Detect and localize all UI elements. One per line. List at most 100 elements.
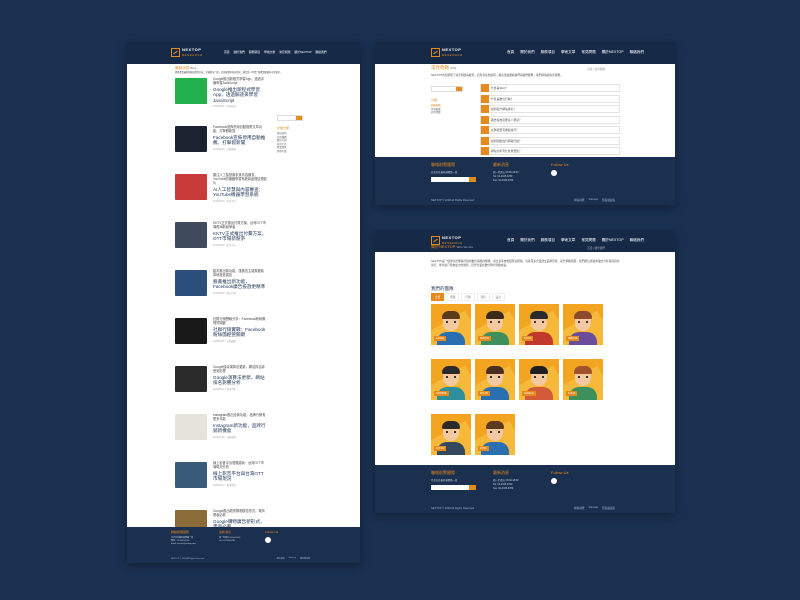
brand-logo[interactable]: NEXTOP RESEARCH [171,48,203,57]
plus-icon[interactable] [481,115,489,124]
plus-icon[interactable] [481,136,489,145]
nav-item[interactable]: 學術文章 [561,50,575,55]
nav-item[interactable]: 關於NEXTOP [602,50,624,55]
page-title: 最新消息 Blog [175,66,197,70]
nav-item[interactable]: 服務項目 [541,238,555,243]
team-tab[interactable]: 營運 [446,293,460,301]
nav-item[interactable]: 學術文章 [264,50,275,54]
article-thumbnail[interactable] [175,174,207,200]
search-icon[interactable] [296,116,302,120]
team-member-card[interactable]: SOFIA [563,359,603,408]
about-header: NEXTOP RESEARCH 首頁 關於我們 服務項目 學術文章 常見問題 關… [375,230,675,252]
article-item[interactable]: Instagram推出全新功能，品牌行銷有更多可能 Instagram新功能，品牌… [213,413,267,440]
faq-item[interactable]: 廣告投放需要多少預算？ [480,115,620,124]
category-item[interactable]: 搜尋引擎 [277,150,287,154]
nav-item[interactable]: 常見問題 [581,238,595,243]
team-member-card[interactable]: JOHNNIE [431,359,471,408]
team-tab[interactable]: 全部 [431,293,445,301]
nav-item[interactable]: 聯絡我們 [315,50,326,54]
brand-logo[interactable]: NEXTOP RESEARCH [431,48,463,57]
nav-item[interactable]: 聯絡我們 [630,50,644,55]
facebook-icon[interactable] [551,478,557,484]
plus-icon[interactable] [481,94,489,103]
article-headline[interactable]: Instagram新功能，品牌行銷新機會 [213,423,267,434]
newsletter-input[interactable] [431,176,476,182]
sidebar-search-input[interactable] [277,115,303,121]
newsletter-input[interactable] [431,484,476,490]
plus-icon[interactable] [481,105,489,113]
team-tab[interactable]: 設計 [491,293,505,301]
article-item[interactable]: 關注人工智慧與未來內容審查，YouTube的機器學習系統將處理違規影片 AI人工智… [213,173,267,204]
team-member-card[interactable]: ANGELA [519,359,559,408]
team-member-card[interactable]: JUSTIN [431,414,471,463]
faq-item[interactable]: 什麼是數位行銷？ [480,94,620,103]
faq-item[interactable]: 什麼是SEO？ [480,84,620,92]
article-headline[interactable]: AI人工智慧與內容審查：YouTube機器學習系統 [213,187,267,198]
article-item[interactable]: 社群行銷實戰分享：Facebook粉絲團經營關鍵 社群行銷實戰：Facebook粉… [213,317,267,344]
nav-item[interactable]: 服務項目 [249,50,260,54]
article-headline[interactable]: 臉書推出新功能，Facebook廣告投放更精準 [213,279,267,290]
article-thumbnail[interactable] [175,222,207,248]
nav-item[interactable]: 關於我們 [234,50,245,54]
article-thumbnail[interactable] [175,318,207,344]
article-headline[interactable]: 線上影音平台與台灣OTT市場現況 [213,471,267,482]
nav-item[interactable]: 服務項目 [541,50,555,55]
team-tab[interactable]: 行銷 [461,293,475,301]
faq-menu-item[interactable]: 其他問題 [431,111,441,115]
sidebar-title: 文章分類 [277,126,290,130]
faq-item[interactable]: 如何提升網站排名？ [480,105,620,113]
nav-item[interactable]: 首頁 [507,238,514,243]
team-member-card[interactable]: LANCE [431,304,471,353]
nav-item[interactable]: 常見問題 [279,50,290,54]
nav-item[interactable]: 關於NEXTOP [602,238,624,243]
article-item[interactable]: KKTV正式推出付費方案，台灣OTT市場再添新競爭者 KKTV正式推出付費方案，O… [213,221,267,248]
plus-icon[interactable] [481,126,489,134]
nav-item[interactable]: 關於NEXTOP [294,50,311,54]
article-item[interactable]: Facebook宣佈停用自動推薦文章功能，打擊假新聞 Facebook宣佈停用自動… [213,125,267,152]
article-item[interactable]: Google推出新程式學習App，透過手機學習JavaScript Google推… [213,77,267,109]
facebook-icon[interactable] [265,537,271,543]
submit-icon[interactable] [469,176,476,182]
article-headline[interactable]: Google演算法更新，網站排名影響分析 [213,375,267,386]
nav-item[interactable]: 關於我們 [520,238,534,243]
article-thumbnail[interactable] [175,126,207,152]
faq-footer: 聯絡耐鶩國際 台北市信義區基隆路一段 最新消息 週一至週五 09:00-18:0… [375,157,675,205]
search-icon[interactable] [456,87,462,91]
faq-item[interactable]: 網站分析有什麼重要性？ [480,147,620,155]
team-member-card[interactable]: SOPHIA [475,304,515,353]
team-member-card[interactable]: FIONA [519,304,559,353]
nav-item[interactable]: 首頁 [507,50,514,55]
submit-icon[interactable] [469,484,476,490]
article-headline[interactable]: Google推出新程式學習App，透過解謎來學習JavaScript [213,87,267,103]
nav-item[interactable]: 學術文章 [561,238,575,243]
article-item[interactable]: 臉書推出新功能，讓廣告主能夠更精準地投放廣告 臉書推出新功能，Facebook廣告… [213,269,267,296]
avatar: JOHNNIE [431,359,471,400]
article-headline[interactable]: KKTV正式推出付費方案，OTT市場新競爭 [213,231,267,242]
article-item[interactable]: Google搜尋演算法更新，網站排名將受到影響 Google演算法更新，網站排名影… [213,365,267,392]
team-member-card[interactable]: SIMONE [563,304,603,353]
nav-item[interactable]: 常見問題 [581,50,595,55]
article-item[interactable]: 線上影音平台發展趨勢：台灣OTT市場現況分析 線上影音平台與台灣OTT市場現況 20… [213,461,267,488]
article-thumbnail[interactable] [175,270,207,296]
article-headline[interactable]: 社群行銷實戰：Facebook粉絲團經營關鍵 [213,327,267,338]
team-tab[interactable]: 研究 [476,293,490,301]
article-headline[interactable]: Facebook宣佈停用自動推薦，打擊假新聞 [213,135,267,146]
nav-item[interactable]: 聯絡我們 [630,238,644,243]
avatar: DYLAN [475,359,515,400]
nav-item[interactable]: 關於我們 [520,50,534,55]
plus-icon[interactable] [481,147,489,155]
article-thumbnail[interactable] [175,366,207,392]
faq-item[interactable]: 社群經營有哪些技巧？ [480,126,620,134]
facebook-icon[interactable] [551,170,557,176]
plus-icon[interactable] [481,84,489,92]
avatar: SOFIA [563,359,603,400]
article-thumbnail[interactable] [175,462,207,488]
article-thumbnail[interactable] [175,414,207,440]
nav-item[interactable]: 首頁 [224,50,230,54]
faq-item[interactable]: 如何開始進行網路行銷？ [480,136,620,145]
team-member-card[interactable]: DYLAN [475,359,515,408]
member-name-badge: ANGELA [522,391,536,396]
article-thumbnail[interactable] [175,78,207,104]
team-member-card[interactable]: JOHN [475,414,515,463]
faq-search-input[interactable] [431,86,463,92]
